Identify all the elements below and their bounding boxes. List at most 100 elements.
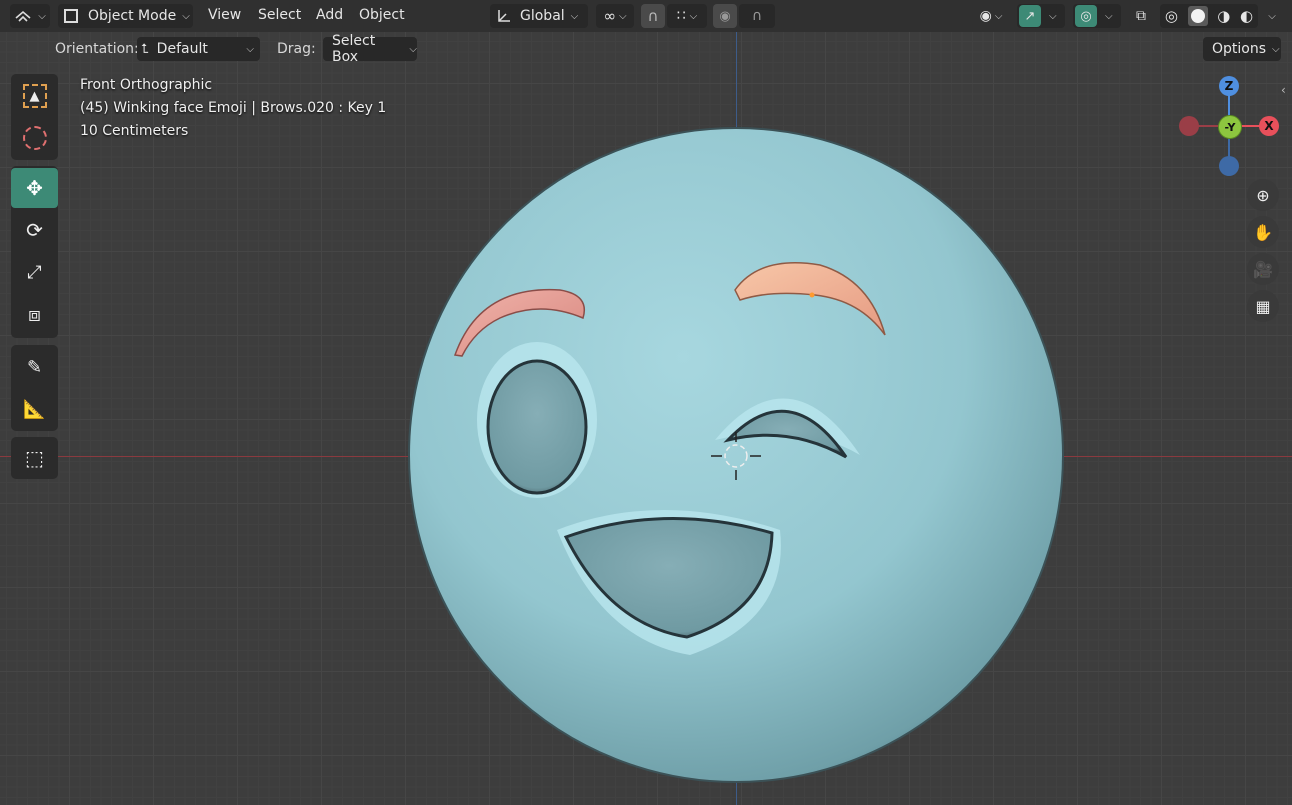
annotate-icon: ✎ bbox=[26, 356, 43, 378]
object-origin bbox=[809, 292, 815, 298]
drag-dropdown[interactable]: Select Box ⌵ bbox=[323, 33, 417, 65]
rendered-shading-icon[interactable]: ◐ bbox=[1240, 7, 1253, 25]
zoom-button[interactable]: ⊕ bbox=[1247, 179, 1279, 211]
scale-tool[interactable]: ⤢ bbox=[11, 252, 58, 292]
pan-hand-icon: ✋ bbox=[1253, 222, 1273, 242]
camera-icon: 🎥 bbox=[1253, 259, 1273, 279]
toolbar-group-add: ⬚ bbox=[11, 437, 58, 479]
grid-scale: 10 Centimeters bbox=[80, 123, 189, 139]
menu-object[interactable]: Object bbox=[359, 7, 405, 23]
chevron-down-icon: ⌵ bbox=[1268, 10, 1276, 22]
gizmo-x-axis[interactable]: X bbox=[1259, 116, 1279, 136]
winking-face-emoji[interactable] bbox=[0, 0, 1292, 805]
gizmo-dropdown[interactable]: ↗ ⌵ bbox=[1017, 4, 1065, 28]
chevron-down-icon: ⌵ bbox=[1049, 10, 1057, 22]
3d-viewport[interactable] bbox=[0, 0, 1292, 805]
chevron-down-icon: ⌵ bbox=[38, 10, 46, 22]
chevron-down-icon: ⌵ bbox=[409, 43, 417, 55]
eye-left[interactable] bbox=[486, 359, 588, 495]
options-dropdown[interactable]: Options ⌵ bbox=[1203, 37, 1281, 61]
tool-settings-header: Orientation: ⮤ Default ⌵ Drag: Select Bo… bbox=[0, 32, 1292, 66]
toolbar-group-annotate: ✎ 📐 bbox=[11, 345, 58, 431]
object-info: (45) Winking face Emoji | Brows.020 : Ke… bbox=[80, 100, 387, 116]
move-tool[interactable]: ✥ bbox=[11, 168, 58, 208]
rotate-icon: ⟳ bbox=[26, 218, 43, 242]
zoom-icon: ⊕ bbox=[1256, 185, 1270, 205]
xray-toggle[interactable]: ⧉ bbox=[1129, 4, 1153, 28]
toolbar-group-select: ▲ bbox=[11, 74, 58, 160]
chevron-down-icon: ⌵ bbox=[1272, 43, 1280, 55]
select-box-tool[interactable]: ▲ bbox=[11, 76, 58, 116]
proportional-edit-toggle[interactable]: ◉ bbox=[713, 4, 737, 28]
transform-orientation-dropdown[interactable]: Global ⌵ bbox=[490, 4, 588, 28]
move-icon: ✥ bbox=[26, 176, 43, 200]
add-cube-tool[interactable]: ⬚ bbox=[11, 438, 58, 478]
magnet-icon: ∩ bbox=[647, 7, 659, 25]
wireframe-shading-icon[interactable]: ◎ bbox=[1165, 7, 1178, 25]
falloff-dropdown[interactable]: ∩ bbox=[739, 4, 775, 28]
orientation-dropdown[interactable]: ⮤ Default ⌵ bbox=[137, 37, 260, 61]
toggle-perspective-button[interactable]: ▦ bbox=[1247, 290, 1279, 322]
overlays-icon: ◎ bbox=[1075, 5, 1097, 27]
falloff-curve-icon: ∩ bbox=[751, 8, 763, 24]
chevron-down-icon: ⌵ bbox=[1105, 10, 1113, 22]
gizmo-icon: ↗ bbox=[1019, 5, 1041, 27]
drag-value: Select Box bbox=[332, 33, 376, 65]
view-name: Front Orthographic bbox=[80, 77, 213, 93]
orientation-axes-icon bbox=[496, 8, 512, 24]
navigation-gizmo[interactable]: Z X -Y bbox=[1176, 74, 1284, 178]
cursor-icon bbox=[22, 126, 47, 150]
mode-label: Object Mode bbox=[88, 8, 177, 24]
orientation-default-icon: ⮤ bbox=[141, 41, 149, 57]
select-box-icon: ▲ bbox=[22, 84, 47, 108]
rotate-tool[interactable]: ⟳ bbox=[11, 210, 58, 250]
drag-field-label: Drag: bbox=[277, 41, 316, 57]
pivot-point-icon: ∞ bbox=[603, 7, 616, 25]
transform-tool[interactable]: ⧈ bbox=[11, 294, 58, 334]
orientation-label: Global bbox=[520, 8, 565, 24]
menu-view[interactable]: View bbox=[208, 7, 241, 23]
solid-shading-icon[interactable] bbox=[1187, 6, 1208, 26]
editor-type-icon bbox=[14, 8, 32, 24]
orientation-field-label: Orientation: bbox=[55, 41, 139, 57]
editor-type-button[interactable]: ⌵ bbox=[10, 4, 50, 28]
gizmo-z-axis[interactable]: Z bbox=[1219, 76, 1239, 96]
measure-icon: 📐 bbox=[23, 398, 46, 420]
viewport-header: ⌵ Object Mode ⌵ View Select Add Object G… bbox=[0, 0, 1292, 32]
mode-dropdown[interactable]: Object Mode ⌵ bbox=[58, 4, 193, 28]
snap-target-dropdown[interactable]: ∷ ⌵ bbox=[667, 4, 707, 28]
camera-view-button[interactable]: 🎥 bbox=[1247, 253, 1279, 285]
sidebar-toggle[interactable]: ‹ bbox=[1281, 83, 1292, 99]
gizmo-neg-x-axis[interactable] bbox=[1179, 116, 1199, 136]
visibility-dropdown[interactable]: ◉ ⌵ bbox=[972, 4, 1010, 28]
menu-add[interactable]: Add bbox=[316, 7, 343, 23]
orientation-value: Default bbox=[156, 41, 208, 57]
menu-select[interactable]: Select bbox=[258, 7, 301, 23]
shading-modes: ◎ ◑ ◐ bbox=[1160, 4, 1258, 28]
snap-toggle[interactable]: ∩ bbox=[641, 4, 665, 28]
gizmo-neg-y-axis[interactable]: -Y bbox=[1218, 115, 1242, 139]
snap-grid-icon: ∷ bbox=[676, 8, 686, 24]
toolbar-group-transform: ✥ ⟳ ⤢ ⧈ bbox=[11, 166, 58, 338]
measure-tool[interactable]: 📐 bbox=[11, 389, 58, 429]
add-cube-icon: ⬚ bbox=[25, 446, 44, 470]
annotate-tool[interactable]: ✎ bbox=[11, 347, 58, 387]
chevron-down-icon: ⌵ bbox=[570, 10, 579, 22]
eye-icon: ◉ bbox=[979, 8, 992, 24]
scale-icon: ⤢ bbox=[27, 261, 42, 283]
cursor-tool[interactable] bbox=[11, 118, 58, 158]
chevron-down-icon: ⌵ bbox=[618, 10, 627, 22]
shading-options-dropdown[interactable]: ⌵ bbox=[1262, 4, 1282, 28]
pan-button[interactable]: ✋ bbox=[1247, 216, 1279, 248]
pivot-point-dropdown[interactable]: ∞ ⌵ bbox=[596, 4, 634, 28]
material-shading-icon[interactable]: ◑ bbox=[1217, 7, 1230, 25]
proportional-edit-icon: ◉ bbox=[719, 8, 731, 24]
chevron-down-icon: ⌵ bbox=[689, 10, 698, 22]
gizmo-neg-z-axis[interactable] bbox=[1219, 156, 1239, 176]
chevron-down-icon: ⌵ bbox=[994, 10, 1003, 22]
chevron-down-icon: ⌵ bbox=[182, 10, 190, 22]
options-label: Options bbox=[1212, 41, 1267, 57]
object-mode-icon bbox=[64, 9, 78, 23]
overlays-dropdown[interactable]: ◎ ⌵ bbox=[1073, 4, 1121, 28]
transform-icon: ⧈ bbox=[28, 302, 41, 326]
